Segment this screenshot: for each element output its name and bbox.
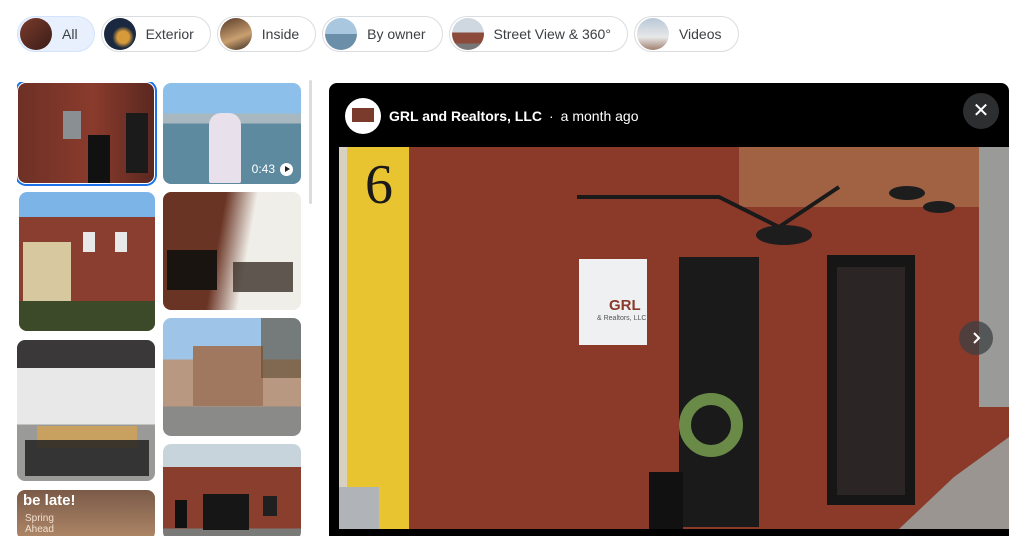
thumbnail-video-person: [209, 113, 241, 183]
chip-all[interactable]: All: [17, 16, 95, 52]
neighbor-building: [979, 147, 1009, 407]
building-number: 6: [365, 154, 393, 216]
chip-by-owner-label: By owner: [367, 26, 426, 42]
chip-videos-label: Videos: [678, 26, 722, 42]
video-duration: 0:43: [251, 162, 275, 176]
wall-lamp-1: [756, 225, 812, 245]
owner-avatar[interactable]: [345, 98, 381, 134]
drain-pipe: [339, 147, 347, 529]
chip-all-label: All: [62, 26, 78, 42]
thumbnail-2[interactable]: [19, 192, 155, 331]
thumbnail-2-window-2: [115, 232, 127, 252]
utility-box: [339, 487, 379, 529]
main-photo: [339, 147, 1009, 529]
chip-videos-thumb: [636, 18, 669, 50]
garage-glass: [837, 267, 905, 495]
thumbnail-4-text: be late!: [23, 492, 76, 509]
thumbnail-4-subtext: Spring Ahead: [25, 513, 54, 535]
chip-exterior[interactable]: Exterior: [100, 16, 211, 52]
chip-all-thumb: [20, 18, 52, 50]
chip-exterior-label: Exterior: [145, 26, 194, 42]
close-button[interactable]: ✕: [963, 93, 999, 129]
chip-videos[interactable]: Videos: [633, 16, 739, 52]
chip-exterior-thumb: [103, 18, 136, 50]
thumbnail-2-window: [83, 232, 95, 252]
poster-text-1: be late!: [23, 492, 76, 509]
chip-inside-thumb: [219, 18, 252, 50]
chip-inside[interactable]: Inside: [216, 16, 317, 52]
next-photo-button[interactable]: [959, 321, 993, 355]
photo-filter-chips: All Exterior Inside By owner Street View…: [17, 16, 739, 52]
thumbnail-7-window: [263, 496, 277, 516]
viewer-header: GRL and Realtors, LLC · a month ago: [345, 98, 639, 134]
chip-by-owner[interactable]: By owner: [322, 16, 443, 52]
upper-trim: [739, 147, 1009, 207]
sign-text: GRL: [609, 297, 641, 314]
chip-street-view[interactable]: Street View & 360°: [448, 16, 628, 52]
mailbox: [649, 472, 683, 529]
thumbnail-2-shrubs: [19, 301, 155, 331]
photo-age: a month ago: [560, 108, 639, 124]
chip-by-owner-thumb: [325, 18, 358, 50]
chip-street-view-thumb: [451, 18, 484, 50]
thumbnail-5-tables: [233, 262, 293, 292]
grid-scrollbar[interactable]: [309, 80, 312, 204]
thumbnail-1-door: [88, 135, 110, 183]
thumbnail-7[interactable]: [163, 444, 301, 536]
thumbnail-1-garage: [126, 113, 148, 173]
thumbnail-3[interactable]: [17, 340, 155, 481]
thumbnail-1[interactable]: [17, 82, 157, 186]
header-separator: ·: [548, 108, 554, 124]
thumbnail-5-piano: [167, 250, 217, 290]
thumbnail-6-building: [193, 346, 263, 406]
chevron-right-icon: [973, 332, 981, 344]
photo-thumbnail-grid: be late! Spring Ahead 0:43: [17, 82, 302, 536]
thumbnail-6-tree: [261, 318, 301, 378]
wall-lamp-3: [923, 201, 955, 213]
owner-name[interactable]: GRL and Realtors, LLC: [389, 108, 542, 124]
thumbnail-4[interactable]: be late! Spring Ahead: [17, 490, 155, 536]
poster-text-2: Spring: [25, 513, 54, 524]
thumbnail-5[interactable]: [163, 192, 301, 310]
thumbnail-video[interactable]: 0:43: [163, 83, 301, 184]
thumbnail-6[interactable]: [163, 318, 301, 436]
wall-lamp-2: [889, 186, 925, 200]
thumbnail-7-door: [175, 500, 187, 528]
play-icon: [280, 162, 293, 176]
owner-avatar-logo: [352, 108, 374, 122]
poster-text-3: Ahead: [25, 524, 54, 535]
thumbnail-7-garage: [203, 494, 249, 530]
sign-subtext: & Realtors, LLC: [597, 315, 647, 322]
thumbnail-3-chairs: [25, 440, 149, 476]
chip-inside-label: Inside: [261, 26, 300, 42]
front-door: [679, 257, 759, 527]
thumbnail-1-window: [63, 111, 81, 139]
close-icon: ✕: [972, 100, 990, 122]
video-duration-badge: 0:43: [252, 162, 293, 176]
chip-street-view-label: Street View & 360°: [493, 26, 611, 42]
photo-viewer: GRL and Realtors, LLC · a month ago ✕ 6 …: [329, 83, 1009, 536]
